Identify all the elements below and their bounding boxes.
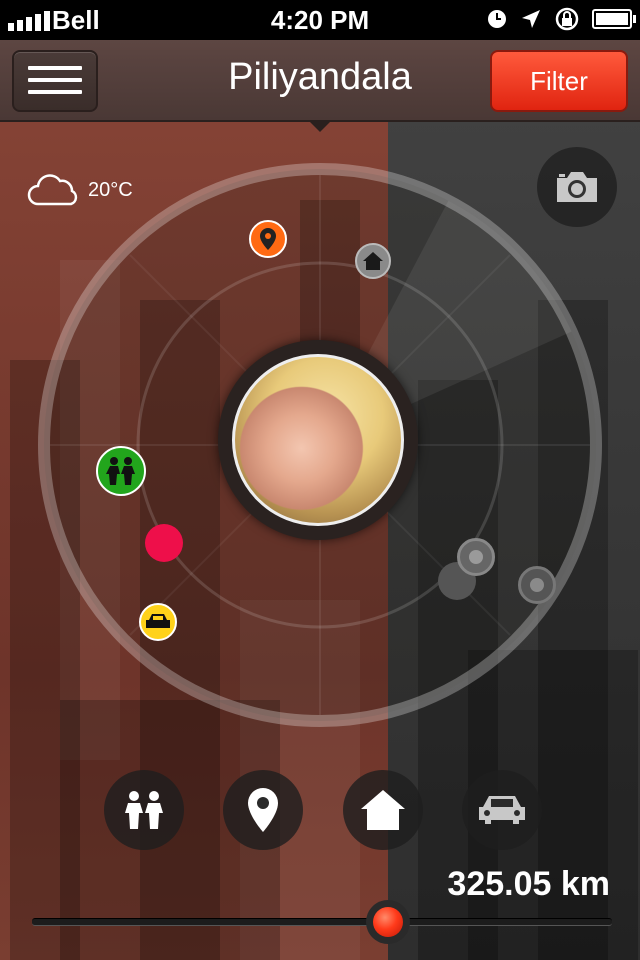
status-bar: Bell 4:20 PM — [0, 0, 640, 40]
title-pointer — [308, 120, 332, 132]
map-pin-people[interactable] — [96, 446, 146, 496]
distance-slider-track[interactable] — [32, 918, 612, 926]
filter-button[interactable]: Filter — [490, 50, 628, 112]
profile-avatar[interactable] — [232, 354, 404, 526]
car-icon — [146, 614, 170, 628]
status-icons — [486, 6, 636, 32]
people-icon — [106, 457, 135, 485]
battery-icon — [592, 9, 636, 29]
map-pin-car[interactable] — [139, 603, 177, 641]
location-pin-icon — [260, 228, 276, 250]
navigation-bar: Piliyandala Filter — [0, 40, 640, 122]
category-location-button[interactable] — [223, 770, 303, 850]
map-pin-home[interactable] — [355, 243, 391, 279]
profile-avatar-frame — [218, 340, 418, 540]
distance-label: 325.05 km — [447, 865, 610, 903]
home-icon — [361, 790, 405, 830]
category-home-button[interactable] — [343, 770, 423, 850]
people-icon — [125, 791, 163, 829]
map-pin-red[interactable] — [145, 524, 183, 562]
map-pin-location[interactable] — [249, 220, 287, 258]
home-icon — [363, 252, 383, 270]
map-pin-inactive[interactable] — [457, 538, 495, 576]
map-pin-inactive[interactable] — [518, 566, 556, 604]
slider-knob — [373, 907, 403, 937]
distance-slider-thumb[interactable] — [366, 900, 410, 944]
location-pin-icon — [248, 788, 278, 832]
car-icon — [479, 796, 525, 824]
category-people-button[interactable] — [104, 770, 184, 850]
category-car-button[interactable] — [462, 770, 542, 850]
location-arrow-icon — [522, 10, 540, 28]
alarm-clock-icon — [488, 10, 506, 28]
rotation-lock-icon — [555, 7, 579, 31]
